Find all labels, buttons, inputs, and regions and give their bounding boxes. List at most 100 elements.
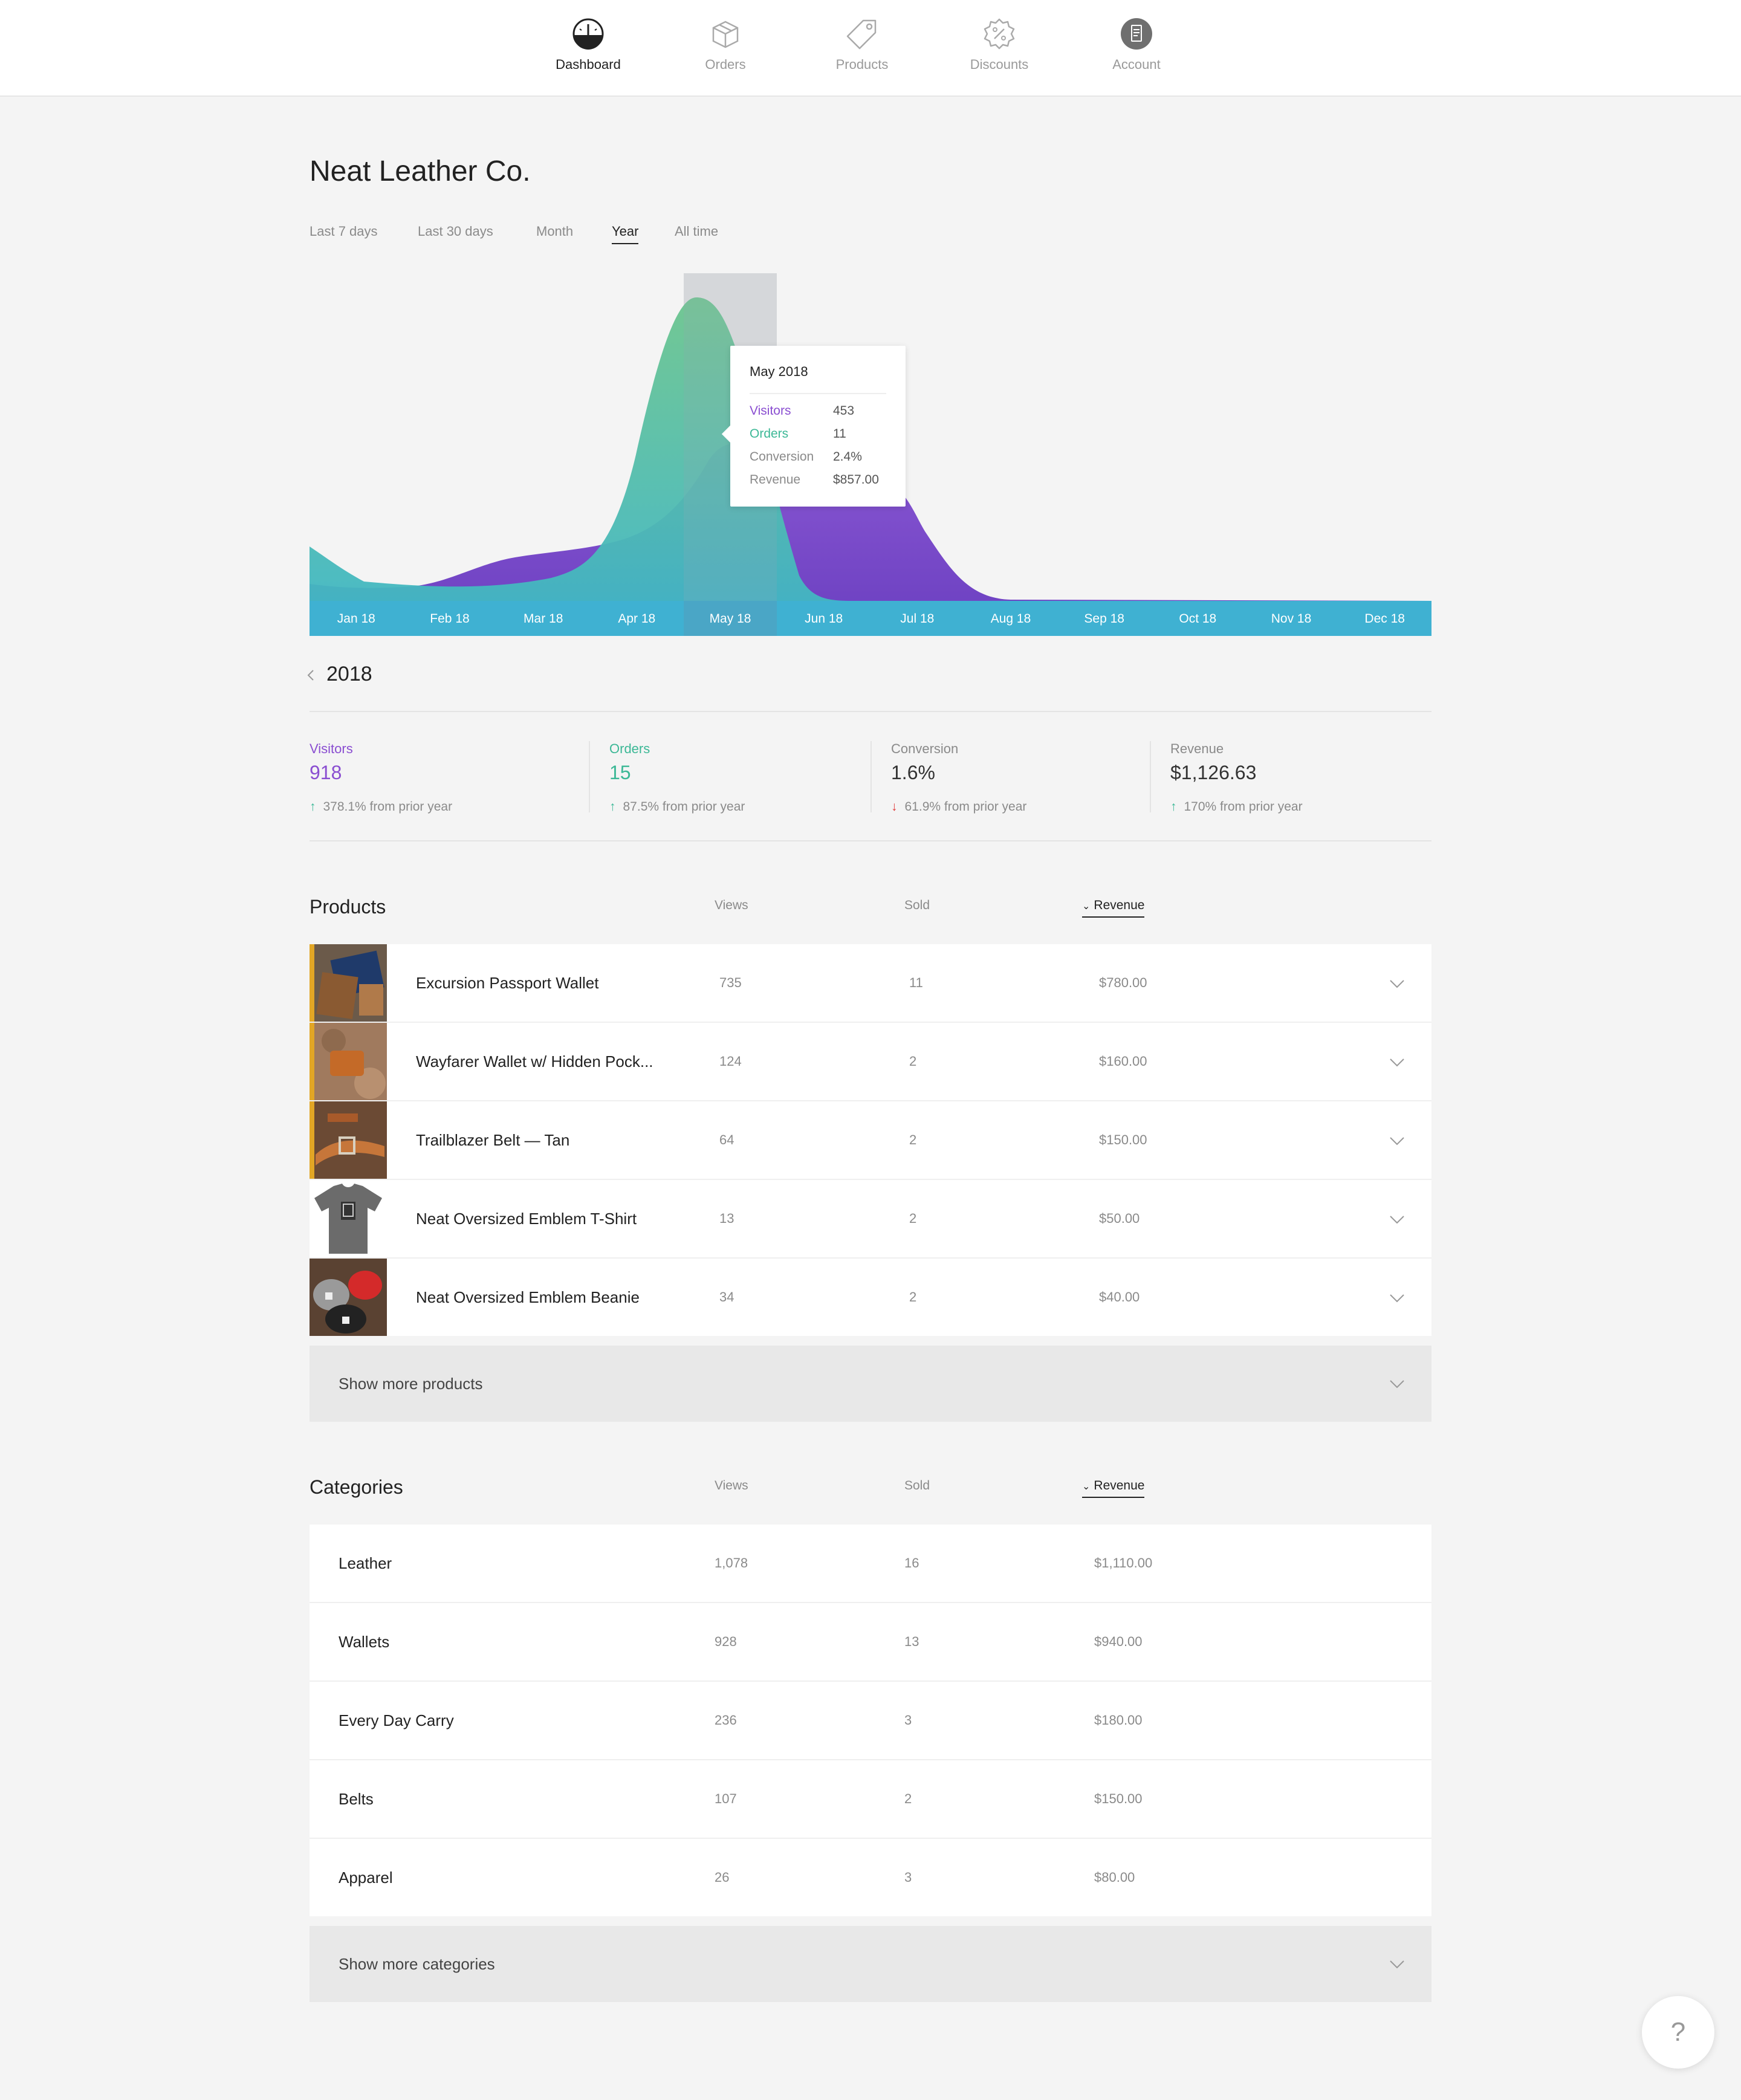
show-more-label: Show more categories — [339, 1955, 495, 1973]
range-last-30-days[interactable]: Last 30 days — [418, 224, 493, 239]
arrow-up-icon: ↑ — [1170, 800, 1177, 814]
category-name: Wallets — [339, 1633, 390, 1651]
account-icon — [1121, 18, 1152, 50]
tooltip-label: Revenue — [750, 473, 801, 487]
stat-label: Conversion — [891, 741, 959, 756]
x-tick-label[interactable]: Nov 18 — [1271, 612, 1312, 626]
product-sold: 2 — [909, 1211, 917, 1226]
stat-change-text: 61.9% from prior year — [904, 800, 1027, 814]
nav-discounts[interactable]: Discounts — [939, 17, 1060, 73]
x-tick-label[interactable]: Mar 18 — [524, 612, 563, 626]
top-navigation: Dashboard Orders Products Discounts Acco… — [0, 0, 1741, 97]
product-views: 34 — [719, 1289, 734, 1304]
stat-separator — [870, 741, 872, 812]
product-name: Neat Oversized Emblem T-Shirt — [416, 1210, 637, 1228]
table-row[interactable]: Leather 1,078 16 $1,110.00 — [310, 1525, 1431, 1603]
table-row[interactable]: Wallets 928 13 $940.00 — [310, 1603, 1431, 1682]
x-tick-label[interactable]: Oct 18 — [1179, 612, 1216, 626]
category-revenue: $180.00 — [1094, 1713, 1143, 1728]
product-revenue: $160.00 — [1099, 1054, 1147, 1069]
categories-title: Categories — [310, 1476, 403, 1498]
table-row[interactable]: Apparel 26 3 $80.00 — [310, 1839, 1431, 1916]
table-row[interactable]: Trailblazer Belt — Tan 64 2 $150.00 — [310, 1101, 1431, 1180]
product-name: Neat Oversized Emblem Beanie — [416, 1288, 640, 1306]
x-tick-label[interactable]: Jan 18 — [337, 612, 375, 626]
x-tick-label[interactable]: Apr 18 — [618, 612, 655, 626]
categories-table: Leather 1,078 16 $1,110.00 Wallets 928 1… — [310, 1525, 1431, 1916]
chevron-down-icon[interactable] — [1388, 1210, 1406, 1228]
range-month[interactable]: Month — [536, 224, 573, 239]
chevron-down-icon — [1390, 1380, 1404, 1389]
stat-conversion: Conversion 1.6% ↓ 61.9% from prior year — [891, 741, 1157, 814]
product-views: 124 — [719, 1054, 742, 1069]
table-row[interactable]: Belts 107 2 $150.00 — [310, 1760, 1431, 1839]
col-views[interactable]: Views — [715, 1479, 748, 1493]
table-row[interactable]: Every Day Carry 236 3 $180.00 — [310, 1682, 1431, 1760]
col-revenue[interactable]: ⌄ Revenue — [1082, 1479, 1145, 1498]
stat-change: ↓ 61.9% from prior year — [891, 800, 1157, 814]
tooltip-divider — [750, 393, 886, 394]
table-row[interactable]: Neat Oversized Emblem Beanie 34 2 $40.00 — [310, 1259, 1431, 1336]
chart-tooltip: May 2018 Visitors 453 Orders 11 Conversion… — [721, 346, 906, 507]
nav-dashboard[interactable]: Dashboard — [528, 17, 649, 73]
nav-orders[interactable]: Orders — [665, 17, 786, 73]
product-thumbnail-wallet — [310, 944, 387, 1022]
category-sold: 2 — [904, 1791, 912, 1806]
stat-change: ↑ 378.1% from prior year — [310, 800, 575, 814]
stat-change-text: 170% from prior year — [1184, 800, 1303, 814]
product-thumbnail-beanie — [310, 1259, 387, 1336]
show-more-products-button[interactable]: Show more products — [310, 1346, 1431, 1422]
x-tick-label[interactable]: Dec 18 — [1364, 612, 1405, 626]
category-views: 26 — [715, 1870, 730, 1885]
range-all-time[interactable]: All time — [675, 224, 718, 239]
chevron-down-icon[interactable] — [1388, 1289, 1406, 1307]
tooltip-row-revenue: Revenue $857.00 — [750, 473, 879, 487]
stat-revenue: Revenue $1,126.63 ↑ 170% from prior year — [1170, 741, 1436, 814]
range-year[interactable]: Year — [612, 224, 639, 244]
nav-account[interactable]: Account — [1076, 17, 1197, 73]
chevron-down-icon[interactable] — [1388, 1132, 1406, 1150]
category-views: 1,078 — [715, 1555, 748, 1570]
show-more-label: Show more products — [339, 1375, 483, 1393]
stat-value: 1.6% — [891, 762, 935, 783]
stat-change: ↑ 170% from prior year — [1170, 800, 1436, 814]
category-name: Leather — [339, 1554, 392, 1572]
product-name: Excursion Passport Wallet — [416, 974, 599, 992]
table-row[interactable]: Wayfarer Wallet w/ Hidden Pock... 124 2 … — [310, 1023, 1431, 1101]
tooltip-value: 453 — [833, 404, 855, 418]
arrow-down-icon: ↓ — [891, 800, 898, 814]
tooltip-row-orders: Orders 11 — [750, 427, 846, 441]
table-row[interactable]: Neat Oversized Emblem T-Shirt 13 2 $50.0… — [310, 1180, 1431, 1259]
help-button[interactable]: ? — [1642, 1996, 1714, 2069]
nav-label: Dashboard — [556, 57, 621, 72]
stat-separator — [1150, 741, 1151, 812]
x-tick-label[interactable]: Jun 18 — [805, 612, 843, 626]
col-views[interactable]: Views — [715, 898, 748, 913]
chevron-left-icon[interactable] — [305, 669, 318, 682]
show-more-categories-button[interactable]: Show more categories — [310, 1926, 1431, 2002]
table-row[interactable]: Excursion Passport Wallet 735 11 $780.00 — [310, 944, 1431, 1023]
category-views: 236 — [715, 1713, 737, 1728]
product-sold: 2 — [909, 1289, 917, 1304]
category-sold: 3 — [904, 1713, 912, 1728]
x-tick-label[interactable]: Aug 18 — [991, 612, 1031, 626]
chevron-down-icon[interactable] — [1388, 1053, 1406, 1071]
x-tick-label[interactable]: Sep 18 — [1084, 612, 1124, 626]
x-tick-label[interactable]: Jul 18 — [900, 612, 934, 626]
nav-products[interactable]: Products — [802, 17, 922, 73]
col-revenue[interactable]: ⌄ Revenue — [1082, 898, 1145, 918]
range-last-7-days[interactable]: Last 7 days — [310, 224, 378, 239]
product-name: Trailblazer Belt — Tan — [416, 1131, 570, 1149]
axis-band — [310, 601, 1431, 636]
x-tick-label[interactable]: Feb 18 — [430, 612, 469, 626]
stat-label: Visitors — [310, 741, 353, 756]
product-revenue: $40.00 — [1099, 1289, 1140, 1304]
col-sold[interactable]: Sold — [904, 898, 930, 913]
x-tick-label[interactable]: May 18 — [710, 612, 751, 626]
col-sold[interactable]: Sold — [904, 1479, 930, 1493]
chevron-down-icon[interactable] — [1388, 974, 1406, 993]
stat-visitors: Visitors 918 ↑ 378.1% from prior year — [310, 741, 575, 814]
category-name: Belts — [339, 1790, 374, 1808]
discount-badge-icon — [984, 18, 1015, 50]
tag-icon — [846, 19, 877, 50]
